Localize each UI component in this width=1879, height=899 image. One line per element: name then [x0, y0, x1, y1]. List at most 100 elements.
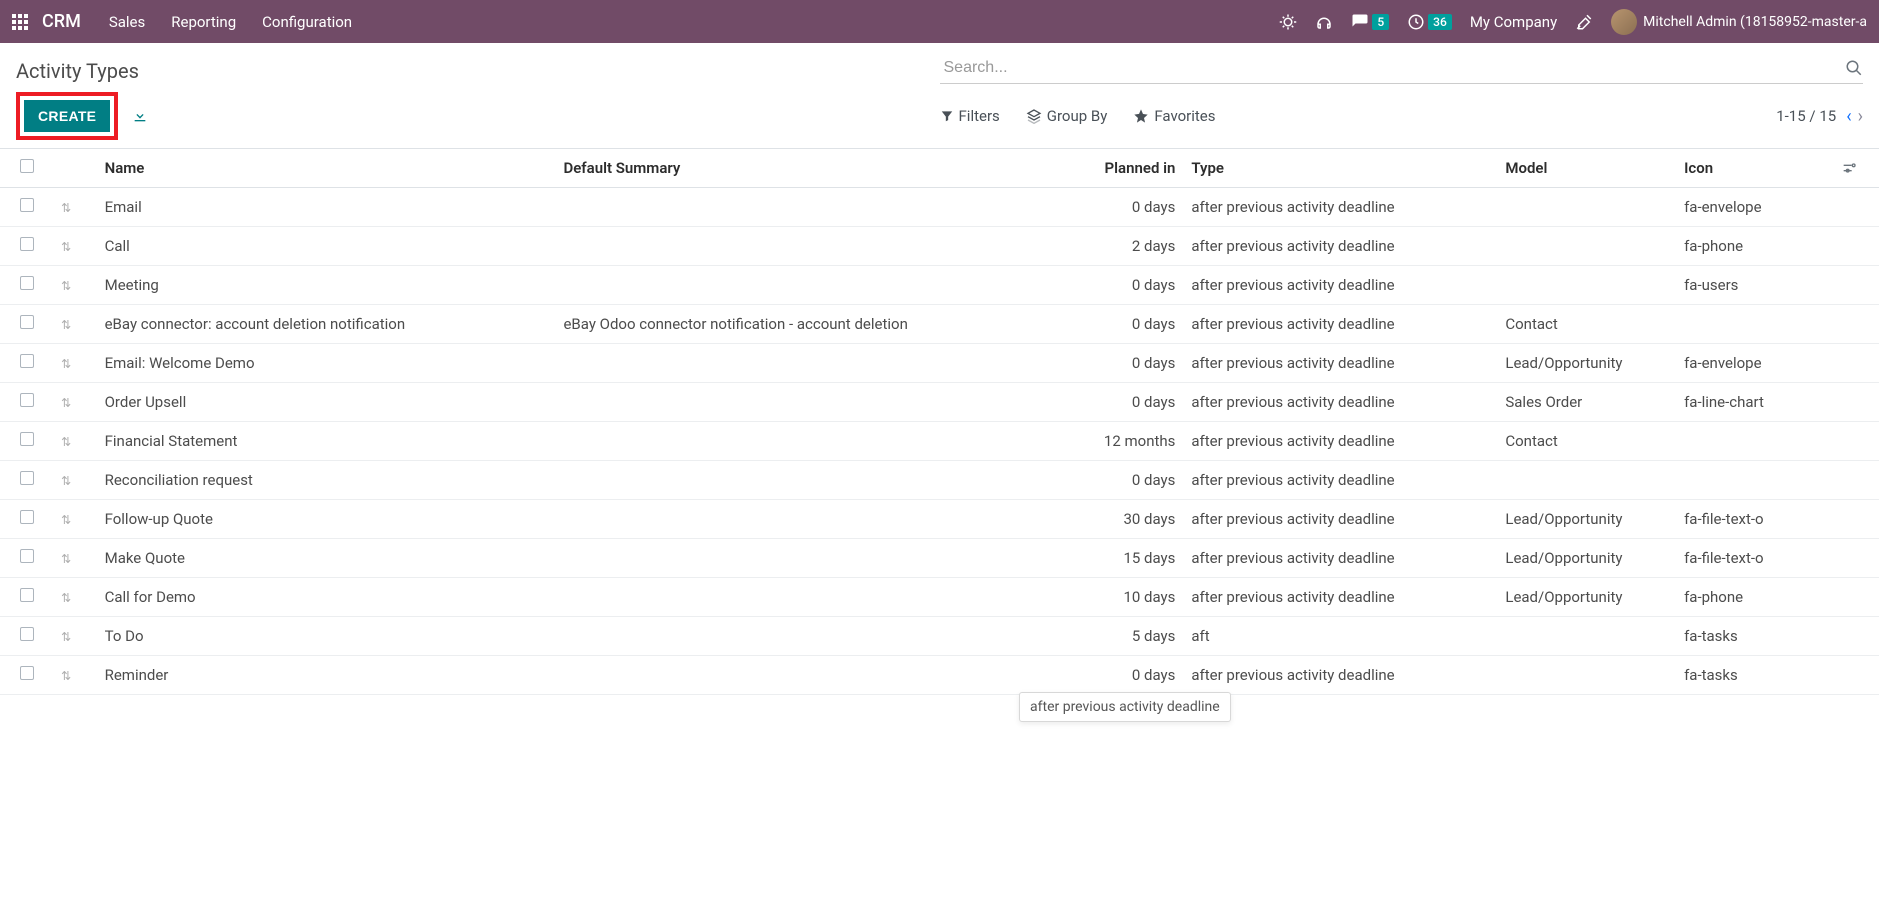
- cell-model: Lead/Opportunity: [1497, 539, 1676, 578]
- col-name[interactable]: Name: [97, 149, 556, 188]
- drag-handle-icon[interactable]: [61, 474, 71, 488]
- pager-text[interactable]: 1-15 / 15: [1776, 107, 1836, 125]
- row-checkbox[interactable]: [20, 315, 34, 329]
- table-row[interactable]: Order Upsell0 daysafter previous activit…: [0, 383, 1879, 422]
- col-model[interactable]: Model: [1497, 149, 1676, 188]
- drag-handle-icon[interactable]: [61, 240, 71, 254]
- drag-handle-icon[interactable]: [61, 513, 71, 527]
- cell-summary: [555, 578, 1062, 617]
- apps-icon[interactable]: [12, 14, 28, 30]
- company-switcher[interactable]: My Company: [1470, 13, 1557, 31]
- drag-handle-icon[interactable]: [61, 396, 71, 410]
- cell-type: after previous activity deadline: [1183, 422, 1497, 461]
- messaging-icon[interactable]: 5: [1351, 13, 1389, 31]
- cell-summary: [555, 656, 1062, 695]
- col-planned[interactable]: Planned in: [1063, 149, 1184, 188]
- table-row[interactable]: eBay connector: account deletion notific…: [0, 305, 1879, 344]
- cell-icon: [1676, 422, 1833, 461]
- row-checkbox[interactable]: [20, 198, 34, 212]
- row-checkbox[interactable]: [20, 432, 34, 446]
- row-checkbox[interactable]: [20, 588, 34, 602]
- row-checkbox[interactable]: [20, 627, 34, 641]
- app-brand[interactable]: CRM: [42, 11, 81, 32]
- drag-handle-icon[interactable]: [61, 279, 71, 293]
- cell-model: [1497, 656, 1676, 695]
- row-checkbox[interactable]: [20, 393, 34, 407]
- support-icon[interactable]: [1315, 13, 1333, 31]
- row-checkbox[interactable]: [20, 276, 34, 290]
- download-icon[interactable]: [132, 108, 148, 124]
- col-icon[interactable]: Icon: [1676, 149, 1833, 188]
- search-input[interactable]: [940, 53, 1864, 84]
- user-menu[interactable]: Mitchell Admin (18158952-master-a: [1611, 9, 1867, 35]
- drag-handle-icon[interactable]: [61, 552, 71, 566]
- table-row[interactable]: Follow-up Quote30 daysafter previous act…: [0, 500, 1879, 539]
- select-all-checkbox[interactable]: [20, 159, 34, 173]
- cell-summary: [555, 266, 1062, 305]
- pager-prev-icon[interactable]: ‹: [1846, 106, 1851, 127]
- drag-handle-icon[interactable]: [61, 591, 71, 605]
- table-row[interactable]: Make Quote15 daysafter previous activity…: [0, 539, 1879, 578]
- table-row[interactable]: To Do5 daysaftfa-tasks: [0, 617, 1879, 656]
- table-header-row: Name Default Summary Planned in Type Mod…: [0, 149, 1879, 188]
- pager-next-icon[interactable]: ›: [1858, 106, 1863, 127]
- cell-model: [1497, 227, 1676, 266]
- optional-columns-icon[interactable]: [1841, 160, 1871, 176]
- cell-summary: [555, 383, 1062, 422]
- cell-summary: [555, 539, 1062, 578]
- tools-icon[interactable]: [1575, 13, 1593, 31]
- cell-icon: fa-phone: [1676, 578, 1833, 617]
- row-checkbox[interactable]: [20, 549, 34, 563]
- col-summary[interactable]: Default Summary: [555, 149, 1062, 188]
- cell-model: [1497, 266, 1676, 305]
- drag-handle-icon[interactable]: [61, 435, 71, 449]
- drag-handle-icon[interactable]: [61, 669, 71, 683]
- filters-button[interactable]: Filters: [940, 107, 1000, 125]
- cell-type: after previous activity deadline: [1183, 344, 1497, 383]
- search-icon[interactable]: [1845, 59, 1863, 77]
- row-checkbox[interactable]: [20, 471, 34, 485]
- table-row[interactable]: Email: Welcome Demo0 daysafter previous …: [0, 344, 1879, 383]
- cell-summary: [555, 500, 1062, 539]
- favorites-button[interactable]: Favorites: [1133, 107, 1215, 125]
- drag-handle-icon[interactable]: [61, 201, 71, 215]
- list-view: Name Default Summary Planned in Type Mod…: [0, 148, 1879, 695]
- cell-icon: [1676, 305, 1833, 344]
- bug-icon[interactable]: [1279, 13, 1297, 31]
- table-row[interactable]: Call for Demo10 daysafter previous activ…: [0, 578, 1879, 617]
- cell-model: Lead/Opportunity: [1497, 578, 1676, 617]
- table-row[interactable]: Call2 daysafter previous activity deadli…: [0, 227, 1879, 266]
- groupby-button[interactable]: Group By: [1026, 107, 1108, 125]
- search-container: [940, 53, 1864, 84]
- table-row[interactable]: Email0 daysafter previous activity deadl…: [0, 188, 1879, 227]
- table-row[interactable]: Reminder0 daysafter previous activity de…: [0, 656, 1879, 695]
- activity-clock-icon[interactable]: 36: [1407, 13, 1452, 31]
- cell-name: Meeting: [97, 266, 556, 305]
- create-button[interactable]: CREATE: [24, 100, 110, 132]
- drag-handle-icon[interactable]: [61, 318, 71, 332]
- row-checkbox[interactable]: [20, 666, 34, 680]
- cell-name: Email: [97, 188, 556, 227]
- cell-model: Lead/Opportunity: [1497, 500, 1676, 539]
- page-title: Activity Types: [16, 53, 139, 83]
- cell-name: Make Quote: [97, 539, 556, 578]
- user-name: Mitchell Admin (18158952-master-a: [1643, 14, 1867, 30]
- col-type[interactable]: Type: [1183, 149, 1497, 188]
- nav-reporting[interactable]: Reporting: [171, 13, 236, 31]
- table-row[interactable]: Financial Statement12 monthsafter previo…: [0, 422, 1879, 461]
- drag-handle-icon[interactable]: [61, 630, 71, 644]
- table-row[interactable]: Meeting0 daysafter previous activity dea…: [0, 266, 1879, 305]
- cell-type: after previous activity deadline: [1183, 461, 1497, 500]
- pager: 1-15 / 15 ‹ ›: [1776, 106, 1863, 127]
- create-highlight: CREATE: [16, 92, 118, 140]
- nav-sales[interactable]: Sales: [109, 13, 145, 31]
- row-checkbox[interactable]: [20, 354, 34, 368]
- cell-planned: 0 days: [1063, 188, 1184, 227]
- row-checkbox[interactable]: [20, 510, 34, 524]
- cell-name: Call for Demo: [97, 578, 556, 617]
- row-checkbox[interactable]: [20, 237, 34, 251]
- cell-planned: 2 days: [1063, 227, 1184, 266]
- nav-configuration[interactable]: Configuration: [262, 13, 352, 31]
- table-row[interactable]: Reconciliation request0 daysafter previo…: [0, 461, 1879, 500]
- drag-handle-icon[interactable]: [61, 357, 71, 371]
